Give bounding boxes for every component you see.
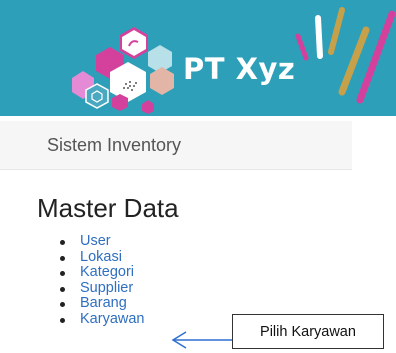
menu-link-kategori[interactable]: Kategori — [80, 264, 134, 280]
annotation-callout: Pilih Karyawan — [232, 314, 384, 349]
menu-link-user[interactable]: User — [80, 233, 111, 249]
bullet-icon — [60, 302, 65, 308]
page-title: Master Data — [37, 193, 179, 223]
menu-link-barang[interactable]: Barang — [80, 295, 127, 312]
list-item: Barang — [54, 296, 144, 312]
logo-hexagon — [150, 67, 174, 95]
arrow-icon — [171, 331, 232, 349]
logo-hexagon — [85, 83, 109, 109]
bullet-icon — [60, 317, 65, 323]
bullet-icon — [60, 271, 65, 277]
list-item: Supplier — [54, 280, 144, 297]
menu-link-karyawan[interactable]: Karyawan — [80, 311, 144, 327]
bullet-icon — [60, 240, 65, 245]
master-data-menu: User Lokasi Kategori Supplier Barang Kar… — [54, 233, 144, 328]
list-item: Lokasi — [54, 249, 144, 266]
list-item: User — [54, 233, 144, 250]
list-item: Karyawan — [54, 311, 144, 328]
header-banner: PT Xyz — [0, 0, 396, 116]
menu-link-supplier[interactable]: Supplier — [80, 280, 133, 296]
logo-hexagon — [142, 100, 154, 114]
list-item: Kategori — [54, 264, 144, 281]
brand-name: PT Xyz — [183, 52, 296, 86]
annotation-label: Pilih Karyawan — [260, 324, 356, 340]
menu-link-lokasi[interactable]: Lokasi — [80, 249, 122, 265]
navbar-title[interactable]: Sistem Inventory — [47, 135, 181, 156]
navbar: Sistem Inventory — [0, 121, 352, 170]
bullet-icon — [60, 286, 65, 292]
bullet-icon — [60, 255, 65, 261]
